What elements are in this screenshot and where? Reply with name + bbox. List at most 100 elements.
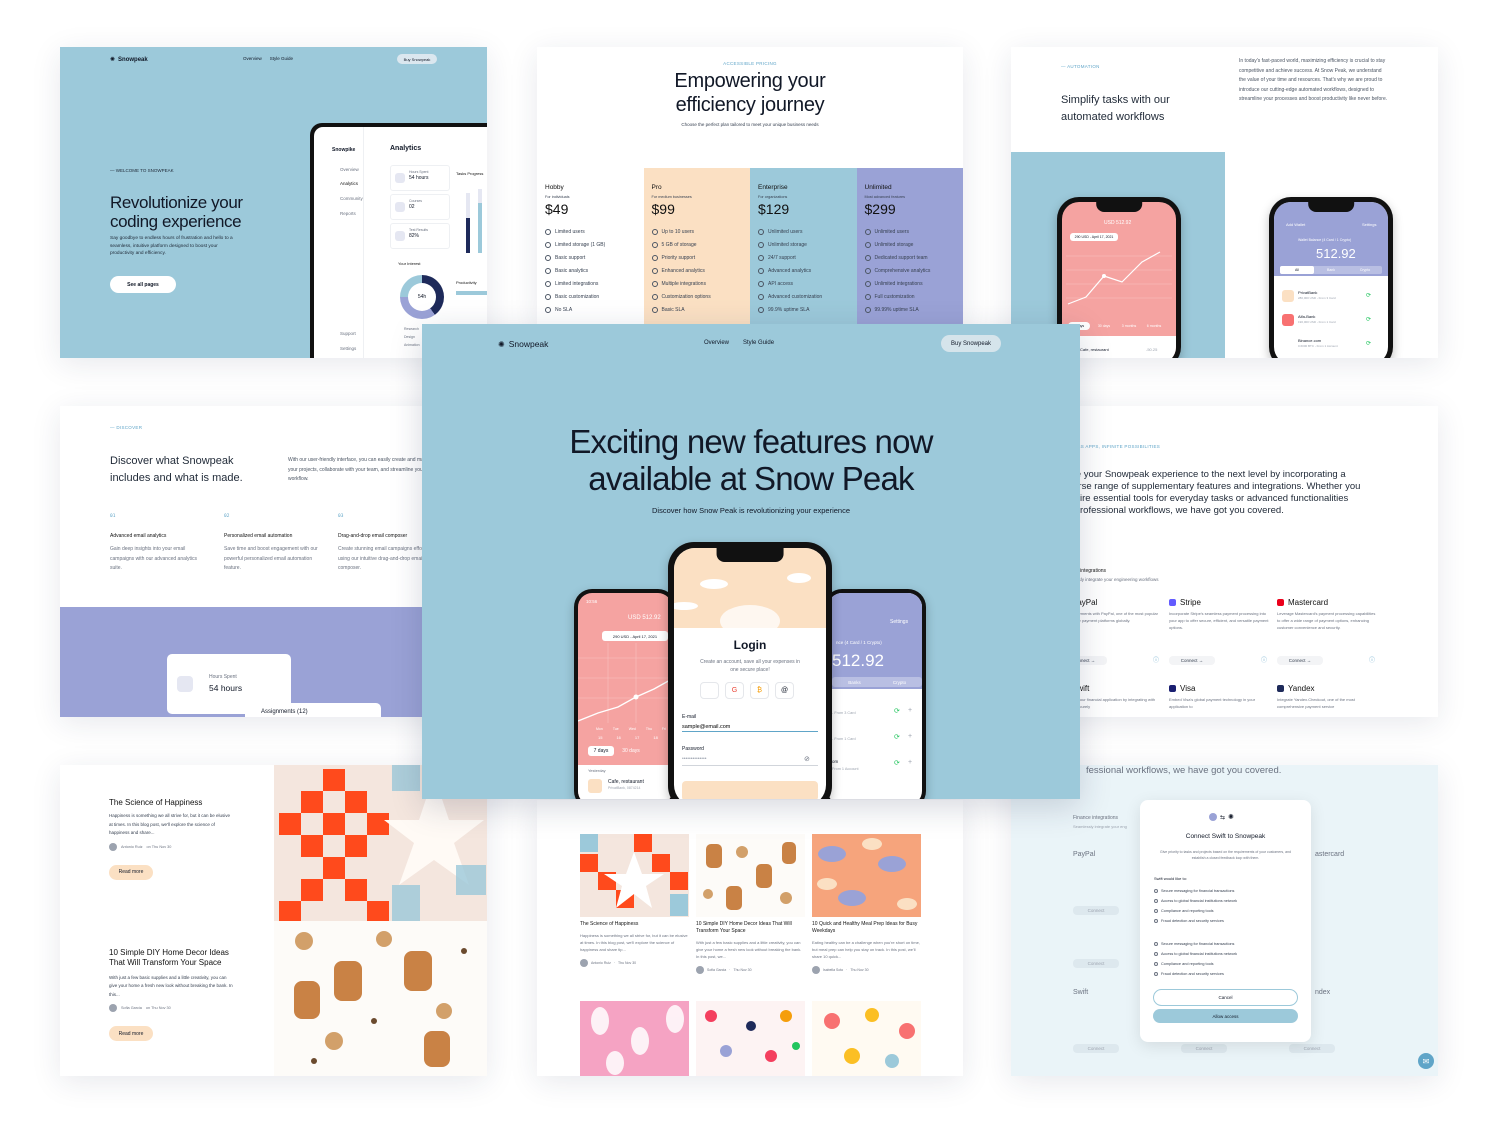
post-image-hands[interactable] — [580, 1001, 689, 1076]
check-circle-icon — [545, 280, 551, 287]
wallet-row[interactable]: - From 3 Card ⟳ + — [832, 707, 922, 733]
connect-button[interactable]: Connect → — [1277, 656, 1323, 665]
plan-feature: Advanced customization — [758, 290, 857, 303]
tab-all[interactable]: All — [1280, 266, 1314, 274]
wallet-row[interactable]: - From 1 Card ⟳ + — [832, 733, 922, 759]
tab-bank[interactable]: Bank — [1314, 266, 1348, 274]
check-circle-icon — [758, 306, 764, 313]
read-more-button[interactable]: Read more — [109, 864, 153, 880]
tab-7-days[interactable]: 7 days — [588, 746, 614, 756]
settings-link[interactable]: Settings — [1362, 222, 1376, 227]
plan-feature: Limited storage (1 GB) — [545, 238, 644, 251]
eye-off-icon[interactable]: ⊘ — [804, 755, 810, 763]
nav-style-guide[interactable]: Style Guide — [743, 340, 774, 346]
menu-overview[interactable]: Overview — [340, 167, 359, 174]
check-circle-icon — [758, 241, 764, 248]
wallet-item[interactable]: PrivatBank 280,000 USD - From 3 Card ⟳ — [1282, 288, 1380, 306]
plan-unlimited[interactable]: Unlimited Most advanced features $299 Unlim… — [856, 168, 964, 325]
stat-list: Hours Spent 54 hours Courses 02 Test Res… — [390, 165, 450, 249]
read-more-button[interactable]: Read more — [109, 1026, 153, 1042]
buy-snowpeak-button[interactable]: Buy Snowpeak — [941, 335, 1001, 352]
check-circle-icon — [545, 267, 551, 274]
automation-card: — AUTOMATION Simplify tasks with our auto… — [1011, 47, 1438, 358]
line-chart — [1066, 251, 1172, 305]
wallet-item[interactable]: Alfa-Bank 190,000 USD - From 1 Card ⟳ — [1282, 312, 1380, 330]
connect-button[interactable]: Connect → — [1169, 656, 1215, 665]
menu-support[interactable]: Support — [340, 331, 356, 338]
allow-access-button[interactable]: Allow access — [1153, 1009, 1298, 1023]
check-circle-icon — [864, 306, 871, 313]
menu-settings[interactable]: Settings — [340, 346, 356, 353]
info-icon[interactable]: ⓘ — [1261, 655, 1267, 664]
check-circle-icon — [1154, 919, 1158, 923]
add-wallet-link[interactable]: Add Wallet — [1286, 222, 1305, 227]
menu-reports[interactable]: Reports — [340, 211, 356, 218]
blog-grid-post[interactable]: The Science of Happiness Happiness is som… — [580, 921, 689, 968]
app-title: Analytics — [390, 145, 422, 152]
tab-crypto[interactable]: Crypto — [1348, 266, 1382, 274]
featured-logo[interactable]: ✺ Snowpeak — [498, 339, 548, 349]
menu-analytics[interactable]: Analytics — [340, 181, 358, 188]
plan-feature: Advanced analytics — [758, 264, 857, 277]
blog-post-1: The Science of Happiness Happiness is so… — [109, 798, 234, 880]
plan-feature: Dedicated support team — [864, 251, 964, 264]
tab-crypto[interactable]: Crypto — [877, 677, 922, 687]
tab-30-days[interactable]: 30 days — [618, 746, 644, 756]
nav-overview[interactable]: Overview — [704, 340, 729, 346]
permission-item: Compliance and reporting tools — [1154, 906, 1237, 916]
avatar — [812, 966, 820, 975]
date-axis: 1516171819 — [598, 735, 672, 740]
plan-pro[interactable]: Pro For medium businesses $99 Up to 10 user… — [643, 168, 751, 325]
swift-logo-icon — [1209, 813, 1217, 821]
nav-overview[interactable]: Overview — [243, 56, 262, 61]
menu-community[interactable]: Community — [340, 196, 363, 203]
tab-6-months[interactable]: 6 months — [1143, 322, 1165, 330]
avatar — [109, 1004, 117, 1013]
hero-title: Revolutionize your coding experience — [110, 193, 243, 231]
blog-grid-card: The Science of Happiness Happiness is som… — [537, 800, 963, 1076]
email-login-button[interactable]: @ — [775, 682, 794, 699]
plan-feature: Enhanced analytics — [651, 264, 751, 277]
password-input[interactable]: •••••••••••••• — [682, 756, 818, 766]
email-input[interactable] — [682, 722, 818, 732]
social-login-row: G ₿ @ — [700, 682, 794, 699]
tab-30-days[interactable]: 30 days — [1093, 322, 1115, 330]
wallet-row[interactable]: om From 1 Account ⟳ + — [832, 759, 922, 785]
chat-bubble-icon[interactable]: ✉ — [1418, 1053, 1434, 1069]
plan-hobby[interactable]: Hobby For individuals $49 Limited users Limi… — [537, 168, 644, 325]
info-icon[interactable]: ⓘ — [1369, 655, 1375, 664]
settings-link[interactable]: Settings — [890, 619, 908, 625]
post-image-socks[interactable] — [696, 834, 805, 917]
check-circle-icon — [758, 280, 764, 287]
info-icon[interactable]: ⓘ — [1153, 655, 1159, 664]
post-image-flowers[interactable] — [812, 1001, 921, 1076]
post-image-cats[interactable] — [812, 834, 921, 917]
google-login-button[interactable]: G — [725, 682, 744, 699]
check-circle-icon — [1154, 899, 1158, 903]
bitcoin-login-button[interactable]: ₿ — [750, 682, 769, 699]
login-button[interactable] — [682, 781, 818, 799]
cancel-button[interactable]: Cancel — [1153, 989, 1298, 1006]
plan-feature: Basic analytics — [545, 264, 644, 277]
check-circle-icon — [864, 254, 871, 261]
post-image-quilt[interactable] — [580, 834, 689, 917]
plans-row: Hobby For individuals $49 Limited users Limi… — [537, 168, 963, 325]
tab-3-months[interactable]: 3 months — [1118, 322, 1140, 330]
wallet-item[interactable]: Binance.com 0.6000 BTC - From 1 Account … — [1282, 336, 1380, 354]
logo[interactable]: ✺ Snowpeak — [110, 56, 148, 64]
plan-feature: 24/7 support — [758, 251, 857, 264]
tab-banks[interactable]: Banks — [832, 677, 877, 687]
phone-login: Login Create an account, save all your e… — [668, 542, 832, 799]
clouds-illustration — [674, 573, 811, 636]
plan-feature: 5 GB of storage — [651, 238, 751, 251]
see-all-pages-button[interactable]: See all pages — [110, 276, 176, 293]
blog-grid-post[interactable]: 10 Simple DIY Home Decor Ideas That Will… — [696, 921, 805, 975]
apple-login-button[interactable] — [700, 682, 719, 699]
buy-button[interactable]: Buy Snowpeak — [397, 54, 437, 64]
permission-item: Fraud detection and security services — [1154, 969, 1237, 979]
blog-grid-post[interactable]: 10 Quick and Healthy Meal Prep Ideas for… — [812, 921, 921, 975]
plan-enterprise[interactable]: Enterprise For organizations $129 Unlimited… — [750, 168, 857, 325]
permission-item: Access to global financial institutions … — [1154, 896, 1237, 906]
nav-style-guide[interactable]: Style Guide — [270, 56, 293, 61]
post-image-confetti[interactable] — [696, 1001, 805, 1076]
